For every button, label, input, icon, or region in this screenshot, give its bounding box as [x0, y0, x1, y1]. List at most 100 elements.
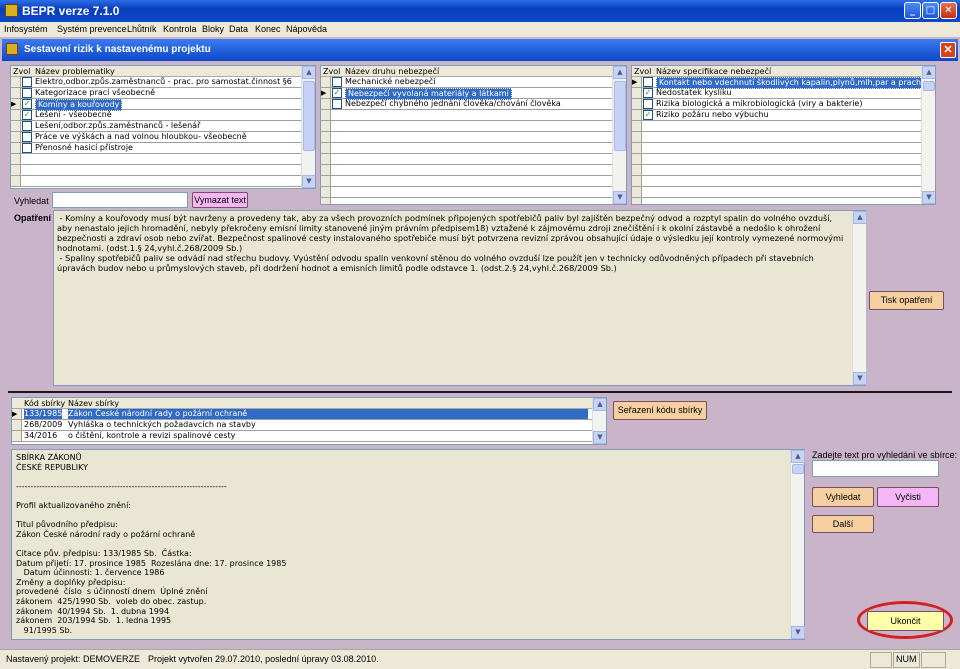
row-checkbox[interactable]: ✓ — [22, 110, 32, 120]
law-row[interactable]: ▶ 133/1985 Zákon České národní rady o požá… — [12, 409, 606, 420]
row-checkbox[interactable] — [643, 99, 653, 109]
druh-row[interactable] — [321, 121, 626, 132]
problematika-grid[interactable]: Zvol Název problematiky Elektro,odbor.zp… — [10, 65, 316, 189]
scroll-down-icon[interactable]: ▼ — [302, 175, 315, 188]
specifikace-row[interactable]: Rizika biologická a mikrobiologická (vir… — [632, 99, 935, 110]
specifikace-row[interactable]: ✓ Riziko požáru nebo výbuchu — [632, 110, 935, 121]
scroll-up-icon[interactable]: ▲ — [853, 211, 867, 224]
laws-grid[interactable]: Kód sbírky Název sbírky ▶ 133/1985 Zákon Č… — [11, 397, 607, 445]
scroll-down-icon[interactable]: ▼ — [922, 191, 935, 204]
scroll-up-icon[interactable]: ▲ — [613, 66, 626, 79]
specifikace-row[interactable]: ✓ Nedostatek kyslíku — [632, 88, 935, 99]
law-text-scrollbar[interactable]: ▲ ▼ — [790, 450, 805, 639]
menu-lhutnik[interactable]: Lhůtník — [127, 24, 157, 34]
menu-konec[interactable]: Konec — [255, 24, 281, 34]
druh-scrollbar[interactable]: ▲ ▼ — [612, 66, 626, 204]
menu-bloky[interactable]: Bloky — [202, 24, 224, 34]
specifikace-row[interactable] — [632, 143, 935, 154]
print-measures-button[interactable]: Tisk opatření — [869, 291, 944, 310]
menu-infosystem[interactable]: Infosystém — [4, 24, 48, 34]
problematika-row[interactable]: ▶ ✓ Komíny a kouřovody — [11, 99, 315, 111]
row-checkbox[interactable] — [22, 121, 32, 131]
druh-nebezpeci-grid[interactable]: Zvol Název druhu nebezpečí Mechanické ne… — [320, 65, 627, 205]
specifikace-row[interactable] — [632, 165, 935, 176]
problematika-row[interactable]: Lešení,odbor.způs.zaměstnanců - lešenář — [11, 121, 315, 132]
problematika-row[interactable]: ✓ Lešení - všeobecně — [11, 110, 315, 121]
druh-row[interactable]: Nebezpečí chybného jednání člověka/chová… — [321, 99, 626, 110]
law-search-input[interactable] — [812, 460, 939, 477]
problematika-row[interactable]: Práce ve výškách a nad volnou hloubkou- … — [11, 132, 315, 143]
menu-data[interactable]: Data — [229, 24, 248, 34]
specifikace-row[interactable] — [632, 154, 935, 165]
specifikace-row[interactable]: ▶ Kontakt nebo vdechnutí škodlivých kapal… — [632, 77, 935, 89]
row-checkbox[interactable] — [22, 88, 32, 98]
scroll-up-icon[interactable]: ▲ — [791, 450, 805, 463]
specifikace-nebezpeci-grid[interactable]: Zvol Název specifikace nebezpečí ▶ Kontak… — [631, 65, 936, 205]
find-button[interactable]: Vyhledat — [812, 487, 874, 507]
clear-law-search-button[interactable]: Vyčisti — [877, 487, 939, 507]
row-checkbox[interactable] — [332, 77, 342, 87]
minimize-button[interactable]: _ — [904, 2, 921, 19]
problematika-row[interactable]: Kategorizace prací všeobecně — [11, 88, 315, 99]
problematika-scrollbar[interactable]: ▲ ▼ — [301, 66, 315, 188]
scroll-thumb[interactable] — [303, 81, 315, 151]
problematika-row[interactable] — [11, 176, 315, 187]
druh-row[interactable] — [321, 154, 626, 165]
row-checkbox[interactable]: ✓ — [643, 110, 653, 120]
laws-scrollbar[interactable]: ▲ ▼ — [592, 398, 606, 444]
row-checkbox[interactable] — [332, 99, 342, 109]
search-input[interactable] — [52, 192, 188, 208]
scroll-up-icon[interactable]: ▲ — [593, 398, 606, 411]
scroll-thumb[interactable] — [923, 81, 935, 91]
menu-napoveda[interactable]: Nápověda — [286, 24, 327, 34]
problematika-row[interactable]: Elektro,odbor.způs.zaměstnanců - prac. p… — [11, 77, 315, 88]
scroll-thumb[interactable] — [614, 81, 626, 151]
scroll-up-icon[interactable]: ▲ — [922, 66, 935, 79]
row-checkbox[interactable] — [22, 143, 32, 153]
clear-search-button[interactable]: Vymazat text — [192, 192, 248, 208]
specifikace-row[interactable] — [632, 121, 935, 132]
druh-row[interactable] — [321, 165, 626, 176]
problematika-row[interactable] — [11, 165, 315, 176]
row-checkbox[interactable]: ✓ — [22, 99, 32, 109]
maximize-button[interactable]: □ — [922, 2, 939, 19]
specifikace-row[interactable] — [632, 198, 935, 204]
measures-scrollbar[interactable]: ▲ ▼ — [852, 211, 867, 385]
measures-text[interactable]: - Komíny a kouřovody musí být navrženy a… — [53, 210, 866, 386]
scroll-down-icon[interactable]: ▼ — [613, 191, 626, 204]
row-checkbox[interactable] — [22, 77, 32, 87]
row-checkbox[interactable]: ✓ — [643, 88, 653, 98]
specifikace-row[interactable] — [632, 132, 935, 143]
row-checkbox[interactable] — [643, 77, 653, 87]
scroll-down-icon[interactable]: ▼ — [791, 626, 805, 639]
problematika-row[interactable] — [11, 154, 315, 165]
scroll-down-icon[interactable]: ▼ — [593, 431, 606, 444]
druh-row[interactable]: Mechanické nebezpečí — [321, 77, 626, 88]
law-text[interactable]: SBÍRKA ZÁKONŮ ČESKÉ REPUBLIKY -----------… — [11, 449, 805, 640]
sort-code-button[interactable]: Seřazení kódu sbírky — [613, 401, 707, 420]
druh-row[interactable] — [321, 198, 626, 204]
scroll-thumb[interactable] — [792, 464, 804, 474]
law-row[interactable]: 34/2016 o čištění, kontrole a revizi spal… — [12, 431, 606, 442]
row-checkbox[interactable]: ✓ — [332, 88, 342, 98]
row-checkbox[interactable] — [22, 132, 32, 142]
close-app-button[interactable]: ✕ — [940, 2, 957, 19]
druh-row[interactable] — [321, 143, 626, 154]
scroll-up-icon[interactable]: ▲ — [302, 66, 315, 79]
specifikace-row[interactable] — [632, 176, 935, 187]
druh-row[interactable] — [321, 176, 626, 187]
druh-row[interactable] — [321, 132, 626, 143]
menu-kontrola[interactable]: Kontrola — [163, 24, 197, 34]
druh-row[interactable] — [321, 187, 626, 198]
scroll-down-icon[interactable]: ▼ — [853, 372, 867, 385]
specifikace-row[interactable] — [632, 187, 935, 198]
close-child-button[interactable]: ✕ — [940, 42, 956, 58]
exit-button[interactable]: Ukončit — [867, 611, 944, 631]
specifikace-scrollbar[interactable]: ▲ ▼ — [921, 66, 935, 204]
problematika-row[interactable]: Přenosné hasicí přístroje — [11, 143, 315, 154]
druh-row[interactable]: ▶ ✓ Nebezpečí vyvolaná materiály a látkami — [321, 88, 626, 100]
next-button[interactable]: Další — [812, 515, 874, 533]
menu-system-prevence[interactable]: Systém prevence — [57, 24, 127, 34]
law-row[interactable]: 268/2009 Vyhláška o technických požadavcí… — [12, 420, 606, 431]
druh-row[interactable] — [321, 110, 626, 121]
